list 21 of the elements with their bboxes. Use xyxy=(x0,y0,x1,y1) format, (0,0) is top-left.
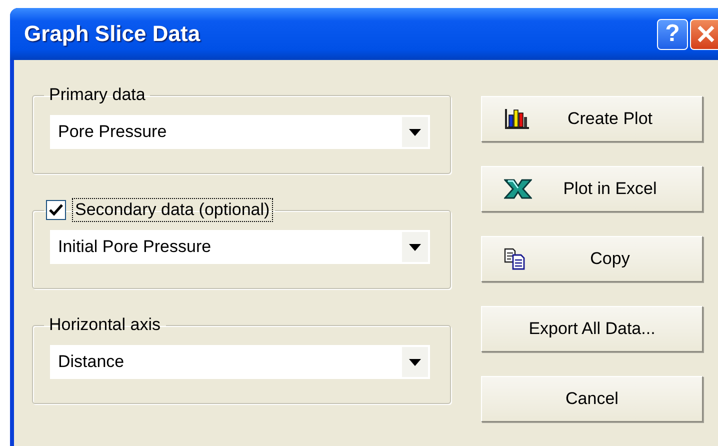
dropdown-arrow-icon xyxy=(409,128,421,136)
x-letter-icon xyxy=(504,178,532,200)
dialog-button[interactable]: Create Plot xyxy=(481,96,703,142)
dropdown[interactable]: Distance xyxy=(50,345,430,379)
bar-chart-icon xyxy=(504,107,530,131)
copy-icon xyxy=(504,248,526,270)
group-label: Horizontal axis xyxy=(48,314,162,336)
dialog-button[interactable]: Copy xyxy=(481,236,703,282)
dialog-button[interactable]: Export All Data... xyxy=(481,306,703,352)
close-button[interactable] xyxy=(690,18,718,50)
close-icon xyxy=(696,25,714,43)
dropdown[interactable]: Pore Pressure xyxy=(50,115,430,149)
dropdown-arrow-icon xyxy=(409,358,421,366)
window-title: Graph Slice Data xyxy=(24,21,202,47)
dialog-button[interactable]: Plot in Excel xyxy=(481,166,703,212)
group-label[interactable]: Secondary data (optional) xyxy=(72,198,273,222)
dropdown[interactable]: Initial Pore Pressure xyxy=(50,230,430,264)
dialog-button[interactable]: Cancel xyxy=(481,376,703,422)
checkbox[interactable] xyxy=(46,200,66,220)
dropdown-arrow-icon xyxy=(409,244,421,250)
group-label: Primary data xyxy=(48,84,146,106)
